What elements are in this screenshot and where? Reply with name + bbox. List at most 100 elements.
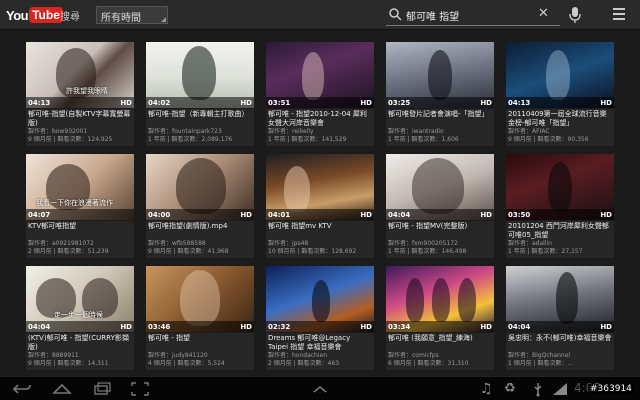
video-title[interactable]: 郁可唯-指望(自製KTV字幕寬螢幕版) <box>28 110 132 128</box>
search-tab[interactable]: 搜尋 <box>60 8 80 23</box>
hd-badge: HD <box>480 211 492 219</box>
video-thumbnail[interactable]: 03:46 HD <box>146 266 254 332</box>
home-icon[interactable] <box>52 381 72 397</box>
video-card[interactable]: 許我望我眼睛 04:13 HD 郁可唯-指望(自製KTV字幕寬螢幕版) 製作者：… <box>26 42 134 146</box>
video-title[interactable]: 郁可唯 - 指望 <box>148 334 252 352</box>
menu-icon[interactable] <box>613 8 625 20</box>
microphone-icon[interactable] <box>568 6 582 24</box>
hd-badge: HD <box>600 323 612 331</box>
video-thumbnail[interactable]: 04:01 HD <box>266 154 374 220</box>
video-card[interactable]: 02:32 HD Dreams 郁可唯@Legacy Taipei 指望 幸福音… <box>266 266 374 370</box>
video-thumbnail[interactable]: 03:25 HD <box>386 42 494 108</box>
video-duration: 04:13 <box>28 99 51 107</box>
search-underline <box>386 25 560 26</box>
video-card[interactable]: 03:25 HD 郁可唯發片記者會演唱-「指望」 製作者：iwantradio … <box>386 42 494 146</box>
video-thumbnail[interactable]: 我看一下你在浪漫著流作 04:07 <box>26 154 134 220</box>
logo-tube: Tube <box>29 7 63 23</box>
hd-badge: HD <box>240 211 252 219</box>
youtube-logo[interactable]: You Tube <box>6 6 63 24</box>
video-uploader: 製作者：judy841120 <box>148 352 208 359</box>
video-duration: 03:34 <box>388 323 411 331</box>
video-title[interactable]: 吳忠明：永不(郁可唯)幸福音樂會 <box>508 334 612 352</box>
hd-badge: HD <box>120 99 132 107</box>
video-card[interactable]: 03:50 HD 20101204 西門河岸犀利女聲郁可唯05_指望 製作者：a… <box>506 154 614 258</box>
video-card[interactable]: 04:00 HD 郁可唯指望(劇情版).mp4 製作者：wfb588588 9 … <box>146 154 254 258</box>
video-uploader: 製作者：8889911 <box>28 352 79 359</box>
recent-apps-icon[interactable] <box>92 381 112 397</box>
video-card[interactable]: 我看一下你在浪漫著流作 04:07 KTV郁可唯指望 製作者：a09219810… <box>26 154 134 258</box>
video-duration: 03:46 <box>148 323 171 331</box>
video-stats: 9 個月前 | 觀看次數：14,311 <box>28 360 109 367</box>
usb-icon <box>534 383 542 397</box>
video-card[interactable]: 04:04 HD 吳忠明：永不(郁可唯)幸福音樂會 製作者：BigQchanne… <box>506 266 614 370</box>
thumbnail-caption: 我看一下你在浪漫著流作 <box>36 199 113 207</box>
video-card[interactable]: 03:46 HD 郁可唯 - 指望 製作者：judy841120 4 個月前 |… <box>146 266 254 370</box>
video-thumbnail[interactable]: 04:00 HD <box>146 154 254 220</box>
video-duration: 04:07 <box>28 211 51 219</box>
video-uploader: 製作者：hondachien <box>268 352 328 359</box>
screenshot-icon[interactable] <box>130 381 150 397</box>
chevron-up-icon[interactable] <box>310 381 330 397</box>
video-thumbnail[interactable]: 04:13 HD <box>506 42 614 108</box>
video-thumbnail[interactable]: 走一步一個時候 04:04 HD <box>26 266 134 332</box>
thumbnail-caption: 走一步一個時候 <box>54 311 103 319</box>
video-duration: 04:04 <box>508 323 531 331</box>
video-duration: 03:51 <box>268 99 291 107</box>
video-title[interactable]: 20110409第一屆全球流行音樂金榜-郁可唯「指望」 <box>508 110 612 128</box>
clear-icon[interactable]: ✕ <box>538 6 549 21</box>
video-title[interactable]: 20101204 西門河岸犀利女聲郁可唯05_指望 <box>508 222 612 240</box>
video-thumbnail[interactable]: 04:04 HD <box>386 154 494 220</box>
video-stats: 1 年前 | 觀看次數：146,498 <box>388 248 467 255</box>
watermark: #363914 <box>588 384 634 394</box>
video-uploader: 製作者：AFIAC <box>508 128 550 135</box>
video-stats: 1 個月前 | 觀看次數：... <box>508 360 574 367</box>
video-stats: 1 年前 | 觀看次數：1,606 <box>388 136 459 143</box>
time-filter-value: 所有時間 <box>101 13 141 24</box>
music-note-icon: ♫ <box>480 381 493 397</box>
video-thumbnail[interactable]: 03:50 HD <box>506 154 614 220</box>
video-title[interactable]: Dreams 郁可唯@Legacy Taipei 指望 幸福音樂會 <box>268 334 372 352</box>
video-card[interactable]: 03:51 HD 郁可唯 - 指望2010-12-04 犀利女聲大河岸音樂會 製… <box>266 42 374 146</box>
video-thumbnail[interactable]: 02:32 HD <box>266 266 374 332</box>
search-icon <box>389 8 402 21</box>
signal-icon <box>553 383 567 395</box>
video-title[interactable]: 郁可唯 指望mv KTV <box>268 222 372 240</box>
search-input[interactable]: 郁可唯 指望 ✕ <box>386 6 556 24</box>
video-uploader: 製作者：fxm900205172 <box>388 240 458 247</box>
video-thumbnail[interactable]: 03:51 HD <box>266 42 374 108</box>
video-duration: 04:02 <box>148 99 171 107</box>
video-card[interactable]: 04:02 HD 郁可唯-指望（新專輯主打歌曲） 製作者：fountainpar… <box>146 42 254 146</box>
video-title[interactable]: 郁可唯 (我願意_指望_練海) <box>388 334 492 352</box>
video-stats: 9 個月前 | 觀看次數：124,925 <box>28 136 113 143</box>
video-stats: 1 年前 | 觀看次數：141,529 <box>268 136 347 143</box>
video-card[interactable]: 04:04 HD 郁可唯 - 指望MV(完整版) 製作者：fxm90020517… <box>386 154 494 258</box>
video-card[interactable]: 04:13 HD 20110409第一屆全球流行音樂金榜-郁可唯「指望」 製作者… <box>506 42 614 146</box>
video-thumbnail[interactable]: 04:02 HD <box>146 42 254 108</box>
video-duration: 02:32 <box>268 323 291 331</box>
video-thumbnail[interactable]: 04:04 HD <box>506 266 614 332</box>
video-card[interactable]: 03:34 HD 郁可唯 (我願意_指望_練海) 製作者：comicfps 6 … <box>386 266 494 370</box>
video-title[interactable]: 郁可唯 - 指望MV(完整版) <box>388 222 492 240</box>
time-filter-dropdown[interactable]: 所有時間 <box>96 6 168 24</box>
video-thumbnail[interactable]: 許我望我眼睛 04:13 HD <box>26 42 134 108</box>
video-card[interactable]: 走一步一個時候 04:04 HD (KTV)郁可唯 - 指望(CURRY影擷版)… <box>26 266 134 370</box>
video-title[interactable]: 郁可唯 - 指望2010-12-04 犀利女聲大河岸音樂會 <box>268 110 372 128</box>
video-uploader: 製作者：jps48 <box>268 240 309 247</box>
hd-badge: HD <box>240 99 252 107</box>
video-uploader: 製作者：BigQchannel <box>508 352 571 359</box>
hd-badge: HD <box>360 323 372 331</box>
video-title[interactable]: (KTV)郁可唯 - 指望(CURRY影擷版) <box>28 334 132 352</box>
thumbnail-caption: 許我望我眼睛 <box>66 87 108 95</box>
back-icon[interactable] <box>12 381 32 397</box>
video-title[interactable]: KTV郁可唯指望 <box>28 222 132 240</box>
video-stats: 1 年前 | 觀看次數：27,157 <box>508 248 583 255</box>
video-title[interactable]: 郁可唯指望(劇情版).mp4 <box>148 222 252 240</box>
video-card[interactable]: 04:01 HD 郁可唯 指望mv KTV 製作者：jps48 10 個月前 |… <box>266 154 374 258</box>
video-duration: 04:01 <box>268 211 291 219</box>
video-thumbnail[interactable]: 03:34 HD <box>386 266 494 332</box>
video-title[interactable]: 郁可唯發片記者會演唱-「指望」 <box>388 110 492 128</box>
video-title[interactable]: 郁可唯-指望（新專輯主打歌曲） <box>148 110 252 128</box>
video-uploader: 製作者：comicfps <box>388 352 439 359</box>
video-uploader: 製作者：reikelly <box>268 128 314 135</box>
hd-badge: HD <box>120 323 132 331</box>
